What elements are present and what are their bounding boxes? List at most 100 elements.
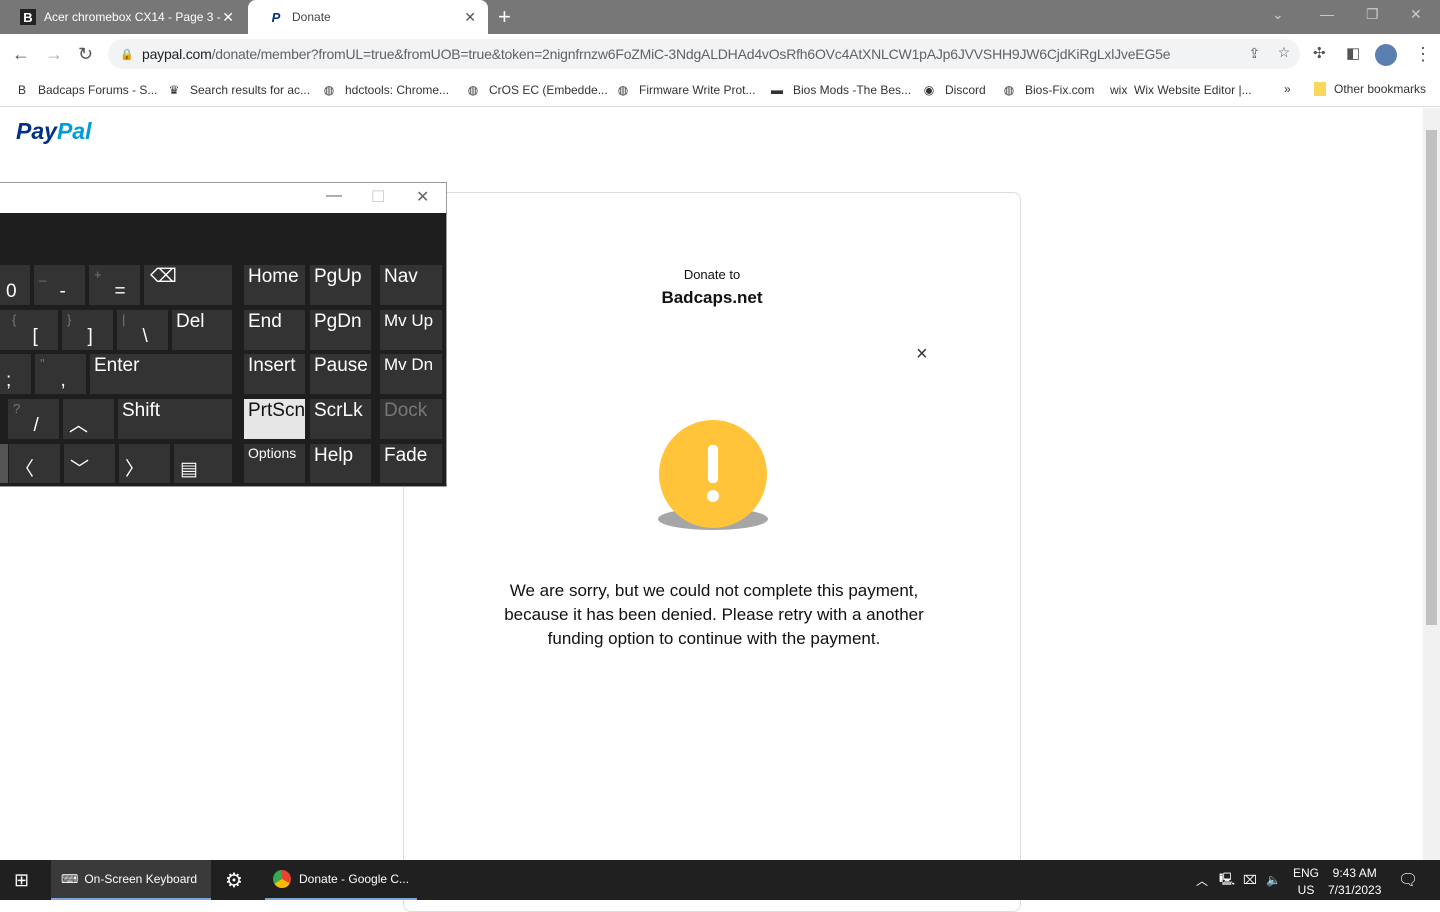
key-shift-label: ": [40, 356, 45, 371]
back-icon[interactable]: ←: [12, 44, 30, 65]
windows-start-icon[interactable]: ⊞: [14, 860, 29, 900]
bookmark-item[interactable]: ◍ Firmware Write Prot...: [615, 82, 756, 98]
toolbar: ← → ↻ 🔒 paypal.com/donate/member?fromUL=…: [0, 34, 1440, 74]
close-icon[interactable]: ×: [916, 343, 928, 366]
osk-title-bar[interactable]: — ☐ ✕: [0, 183, 446, 213]
key-options[interactable]: Options: [244, 444, 305, 483]
reload-icon[interactable]: ↻: [78, 44, 93, 65]
extensions-icon[interactable]: ✣: [1313, 44, 1326, 62]
key-pause[interactable]: Pause: [310, 354, 371, 394]
tab-search-icon[interactable]: ⌄: [1272, 6, 1284, 23]
minimize-icon[interactable]: —: [326, 187, 342, 205]
maximize-icon[interactable]: ☐: [371, 187, 385, 207]
key-home[interactable]: Home: [244, 265, 305, 305]
share-icon[interactable]: ⇪: [1248, 45, 1260, 62]
key-[interactable]: }]: [62, 310, 113, 350]
key-pgup[interactable]: PgUp: [310, 265, 371, 305]
more-bookmarks-button[interactable]: »: [1284, 82, 1291, 96]
key-[interactable]: ",: [35, 354, 86, 394]
key-fade[interactable]: Fade: [380, 444, 442, 483]
close-icon[interactable]: ✕: [416, 187, 429, 207]
key-[interactable]: ;: [0, 354, 31, 394]
key-shift-label: }: [67, 312, 72, 327]
bookmark-item[interactable]: ◍ Bios-Fix.com: [1001, 82, 1095, 98]
scrollbar[interactable]: [1423, 108, 1440, 860]
key-[interactable]: ﹀: [64, 444, 115, 483]
key-scrlk[interactable]: ScrLk: [310, 399, 371, 439]
language-indicator[interactable]: ENG US: [1293, 865, 1319, 899]
tab-donate[interactable]: P Donate ✕: [248, 0, 488, 34]
show-hidden-icons-icon[interactable]: ︿: [1196, 860, 1208, 900]
bookmark-item[interactable]: ◍ CrOS EC (Embedde...: [465, 82, 608, 98]
key-prtscn[interactable]: PrtScn: [244, 399, 305, 439]
key-shift-label: +: [94, 267, 102, 282]
close-window-icon[interactable]: ✕: [1410, 6, 1422, 23]
new-tab-icon[interactable]: +: [498, 4, 511, 30]
close-tab-icon[interactable]: ✕: [464, 9, 476, 26]
settings-gear-icon[interactable]: ⚙: [225, 860, 243, 900]
key-label: -: [59, 281, 66, 302]
notifications-icon[interactable]: 🗨: [1398, 860, 1418, 900]
key-[interactable]: ⌫: [144, 265, 232, 305]
key-[interactable]: + =: [89, 265, 140, 305]
key-mvdn[interactable]: Mv Dn: [380, 354, 442, 394]
bookmark-item[interactable]: wix Wix Website Editor |...: [1110, 82, 1252, 98]
restore-icon[interactable]: ❐: [1366, 6, 1379, 23]
bookmarks-bar: B Badcaps Forums - S... ♛ Search results fo…: [0, 74, 1440, 107]
bookmark-item[interactable]: B Badcaps Forums - S...: [14, 82, 157, 98]
bookmark-icon: ◍: [1003, 83, 1015, 97]
menu-icon[interactable]: ⋮: [1414, 44, 1432, 65]
taskbar-chrome[interactable]: Donate - Google C...: [265, 860, 417, 900]
bookmark-label: Discord: [945, 83, 986, 97]
bookmark-item[interactable]: ♛ Search results for ac...: [166, 82, 310, 98]
key-[interactable]: | \: [117, 310, 168, 350]
taskbar-osk[interactable]: ⌨ On-Screen Keyboard: [51, 860, 211, 900]
key-label: 〉: [125, 459, 145, 480]
scrollbar-thumb[interactable]: [1426, 130, 1437, 625]
volume-icon[interactable]: 🔈: [1266, 860, 1281, 900]
key-enter[interactable]: Enter: [90, 354, 232, 394]
key-label: Options: [248, 445, 297, 461]
key-pgdn[interactable]: PgDn: [310, 310, 371, 350]
key-end[interactable]: End: [244, 310, 305, 350]
bookmark-label: Wix Website Editor |...: [1134, 83, 1252, 97]
key-del[interactable]: Del: [172, 310, 232, 350]
key-label: Fade: [384, 445, 428, 466]
url-host: paypal.com: [142, 46, 212, 62]
key-0[interactable]: 0: [0, 265, 30, 305]
avatar[interactable]: [1375, 44, 1397, 66]
forward-icon[interactable]: →: [45, 44, 63, 65]
star-icon[interactable]: ☆: [1278, 44, 1291, 61]
bookmark-icon: ◉: [923, 83, 935, 97]
key-[interactable]: 〈: [9, 444, 60, 483]
key-mvup[interactable]: Mv Up: [380, 310, 442, 350]
tab-badcaps[interactable]: B Acer chromebox CX14 - Page 3 - ✕: [0, 0, 246, 34]
key-dock[interactable]: Dock: [380, 399, 442, 439]
logo-pay: Pay: [16, 118, 57, 144]
key-[interactable]: ︿: [63, 399, 114, 439]
network-icon[interactable]: 🖳: [1219, 860, 1235, 900]
key-help[interactable]: Help: [310, 444, 371, 483]
other-bookmarks[interactable]: Other bookmarks: [1314, 82, 1426, 96]
minimize-icon[interactable]: —: [1320, 6, 1334, 22]
key-[interactable]: 〉: [119, 444, 170, 483]
key-label: Mv Dn: [384, 355, 434, 374]
battery-icon[interactable]: ⌧: [1243, 860, 1257, 900]
key-[interactable]: _ -: [34, 265, 85, 305]
address-bar[interactable]: 🔒 paypal.com/donate/member?fromUL=true&f…: [108, 39, 1300, 69]
key-shift[interactable]: Shift: [118, 399, 232, 439]
key-[interactable]: {[: [7, 310, 58, 350]
clock[interactable]: 9:43 AM 7/31/2023: [1328, 865, 1381, 899]
bookmark-item[interactable]: ◍ hdctools: Chrome...: [321, 82, 449, 98]
close-tab-icon[interactable]: ✕: [222, 9, 234, 26]
key-nav[interactable]: Nav: [380, 265, 442, 305]
badcaps-favicon: B: [20, 9, 36, 25]
key-insert[interactable]: Insert: [244, 354, 305, 394]
bookmark-item[interactable]: ▬ Bios Mods -The Bes...: [769, 82, 911, 98]
side-panel-icon[interactable]: ◧: [1346, 44, 1360, 62]
key-label: ︿: [69, 415, 89, 436]
key-blank[interactable]: [0, 444, 8, 483]
key-[interactable]: ? /: [8, 399, 59, 439]
key-[interactable]: ▤: [174, 444, 232, 483]
bookmark-item[interactable]: ◉ Discord: [921, 82, 986, 98]
